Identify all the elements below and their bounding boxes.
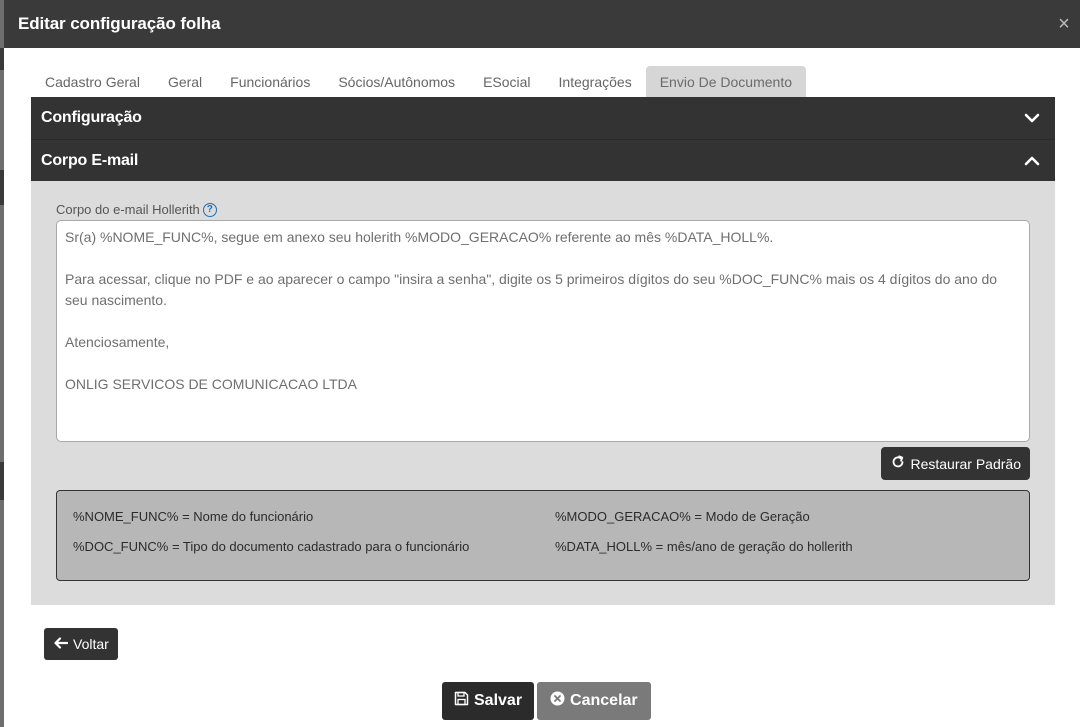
corpo-email-section: Corpo do e-mail Hollerith ? Sr(a) %NOME_… [31, 181, 1055, 605]
accordion-title: Corpo E-mail [41, 151, 139, 169]
legend-item: %NOME_FUNC% = Nome do funcionário [73, 509, 314, 524]
x-circle-icon [550, 691, 565, 711]
tab-panel: Configuração Corpo E-mail Corpo do e-mai… [31, 97, 1055, 605]
modal-title: Editar configuração folha [18, 14, 221, 33]
arrow-left-icon [54, 636, 69, 652]
legend-item: %DOC_FUNC% = Tipo do documento cadastrad… [73, 539, 470, 554]
footer-actions: Salvar Cancelar [442, 682, 651, 720]
email-line: ONLIG SERVICOS DE COMUNICACAO LTDA [65, 376, 357, 392]
refresh-icon [891, 455, 905, 472]
back-button[interactable]: Voltar [44, 628, 118, 660]
edit-config-modal: Editar configuração folha × Cadastro Ger… [4, 0, 1080, 727]
tab-envio-de-documento[interactable]: Envio De Documento [645, 66, 806, 97]
tab-bar: Cadastro Geral Geral Funcionários Sócios… [31, 66, 806, 97]
chevron-down-icon [1023, 109, 1041, 127]
placeholder-legend: %NOME_FUNC% = Nome do funcionário %MODO_… [56, 490, 1030, 581]
accordion-title: Configuração [41, 109, 142, 126]
chevron-up-icon [1023, 152, 1041, 170]
tab-integracoes[interactable]: Integrações [545, 66, 646, 97]
legend-item: %MODO_GERACAO% = Modo de Geração [555, 509, 810, 524]
email-line-blank [65, 248, 1021, 269]
cancel-label: Cancelar [570, 692, 638, 709]
floppy-disk-icon [454, 691, 469, 711]
email-line-blank [65, 311, 1021, 332]
email-line: Atenciosamente, [65, 334, 170, 350]
cancel-button[interactable]: Cancelar [537, 682, 651, 720]
close-icon[interactable]: × [1054, 12, 1074, 36]
tab-cadastro-geral[interactable]: Cadastro Geral [31, 66, 154, 97]
email-line-blank [65, 353, 1021, 374]
accordion-configuracao[interactable]: Configuração [31, 97, 1055, 139]
restore-default-button[interactable]: Restaurar Padrão [881, 447, 1030, 480]
email-body-label-text: Corpo do e-mail Hollerith [56, 202, 200, 217]
email-body-label: Corpo do e-mail Hollerith ? [56, 202, 217, 217]
accordion-corpo-email[interactable]: Corpo E-mail [31, 139, 1055, 181]
email-line: Para acessar, clique no PDF e ao aparece… [65, 271, 1001, 308]
question-circle-icon[interactable]: ? [202, 202, 217, 217]
modal-header: Editar configuração folha × [4, 0, 1080, 48]
back-label: Voltar [73, 636, 109, 652]
tab-geral[interactable]: Geral [154, 66, 216, 97]
save-button[interactable]: Salvar [442, 682, 535, 720]
tab-funcionarios[interactable]: Funcionários [216, 66, 324, 97]
email-body-textarea[interactable]: Sr(a) %NOME_FUNC%, segue em anexo seu ho… [56, 220, 1030, 442]
save-label: Salvar [474, 692, 523, 709]
tab-esocial[interactable]: ESocial [469, 66, 544, 97]
restore-default-label: Restaurar Padrão [910, 455, 1021, 472]
tab-socios-autonomos[interactable]: Sócios/Autônomos [324, 66, 469, 97]
legend-item: %DATA_HOLL% = mês/ano de geração do holl… [555, 539, 853, 554]
email-line: Sr(a) %NOME_FUNC%, segue em anexo seu ho… [65, 229, 774, 245]
